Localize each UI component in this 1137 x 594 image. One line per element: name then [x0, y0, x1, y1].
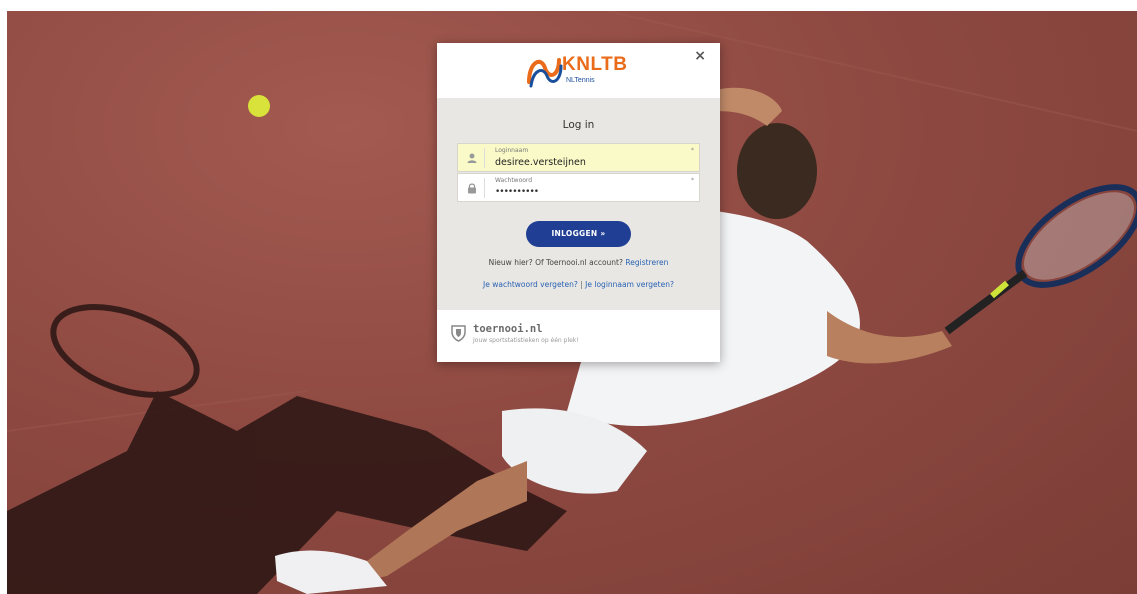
forgot-links: Je wachtwoord vergeten? | Je loginnaam v…: [437, 280, 720, 289]
field-divider: [484, 148, 485, 168]
password-field[interactable]: Wachtwoord •••••••••• *: [457, 173, 700, 202]
toernooi-brand[interactable]: toernooi.nl: [473, 323, 543, 335]
forgot-separator: |: [580, 280, 583, 289]
login-modal: KNLTB NLTennis × Log in Loginnaam desire…: [437, 43, 720, 362]
login-button[interactable]: INLOGGEN »: [526, 221, 631, 247]
field-divider: [484, 178, 485, 198]
toernooi-tagline: Jouw sportstatistieken op één plek!: [473, 337, 579, 344]
required-marker: *: [691, 147, 694, 154]
user-icon: [467, 153, 477, 163]
tennis-ball: [248, 95, 270, 117]
modal-header: KNLTB NLTennis ×: [437, 43, 720, 98]
shield-icon: [451, 325, 466, 342]
required-marker: *: [691, 177, 694, 184]
lock-icon: [468, 183, 476, 194]
close-button[interactable]: ×: [694, 48, 706, 64]
knltb-logo: KNLTB NLTennis: [525, 52, 645, 90]
register-link[interactable]: Registreren: [625, 258, 668, 267]
username-field[interactable]: Loginnaam desiree.versteijnen *: [457, 143, 700, 172]
brand-name: KNLTB: [562, 54, 628, 75]
register-text: Nieuw hier? Of Toernooi.nl account?: [488, 258, 623, 267]
brand-subtitle: NLTennis: [566, 77, 595, 84]
modal-title: Log in: [562, 119, 595, 131]
forgot-username-link[interactable]: Je loginnaam vergeten?: [585, 280, 674, 289]
username-label: Loginnaam: [495, 147, 529, 154]
password-value[interactable]: ••••••••••: [495, 187, 539, 197]
username-value[interactable]: desiree.versteijnen: [495, 157, 586, 168]
password-label: Wachtwoord: [495, 177, 533, 184]
tennis-racket: [944, 184, 1137, 335]
register-prompt: Nieuw hier? Of Toernooi.nl account? Regi…: [437, 258, 720, 267]
modal-footer: toernooi.nl Jouw sportstatistieken op éé…: [437, 310, 720, 362]
forgot-password-link[interactable]: Je wachtwoord vergeten?: [483, 280, 578, 289]
knltb-swoosh-icon: [527, 58, 563, 88]
